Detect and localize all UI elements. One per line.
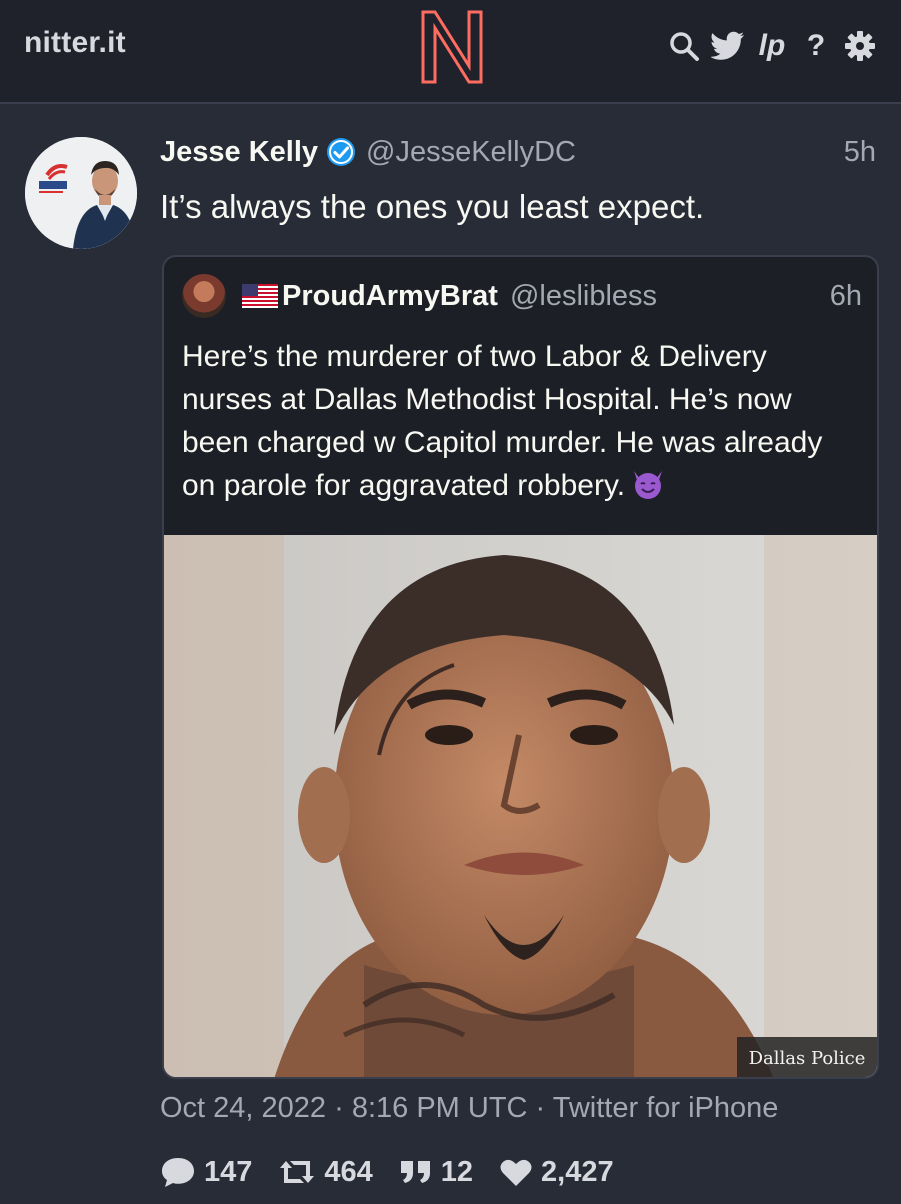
reply-count: 147 bbox=[204, 1155, 253, 1188]
search-icon[interactable] bbox=[667, 29, 701, 63]
quote-header: ProudArmyBrat @leslibless 6h bbox=[182, 271, 862, 321]
retweet-count: 464 bbox=[324, 1155, 373, 1188]
like-count: 2,427 bbox=[541, 1155, 614, 1188]
tweet-content: It’s always the ones you least expect. bbox=[160, 188, 705, 225]
quote-text: Here’s the murderer of two Labor & Deliv… bbox=[182, 340, 823, 502]
nav-icons: lp ? bbox=[667, 26, 877, 66]
tweet-date-link[interactable]: 5h bbox=[844, 136, 876, 169]
quote-media-photo[interactable]: Dallas Police bbox=[164, 535, 877, 1077]
comment-icon bbox=[162, 1158, 194, 1187]
smiling-devil-emoji-icon bbox=[634, 471, 663, 499]
like-stat[interactable]: 2,427 bbox=[499, 1156, 614, 1189]
quote-author-fullname[interactable]: ProudArmyBrat bbox=[282, 280, 498, 313]
quote-count: 12 bbox=[440, 1155, 474, 1188]
quote-content: Here’s the murderer of two Labor & Deliv… bbox=[182, 335, 862, 507]
lp-icon[interactable]: lp bbox=[755, 29, 789, 63]
quote-author-username[interactable]: @leslibless bbox=[510, 280, 657, 313]
site-name-link[interactable]: nitter.it bbox=[24, 26, 126, 60]
quote-date-link[interactable]: 6h bbox=[830, 280, 862, 313]
media-caption: Dallas Police bbox=[737, 1037, 877, 1077]
us-flag-icon bbox=[242, 284, 278, 308]
reply-stat[interactable]: 147 bbox=[160, 1156, 252, 1189]
navbar: nitter.it lp ? bbox=[0, 0, 901, 104]
tweet-published-date[interactable]: Oct 24, 2022 · 8:16 PM UTC · Twitter for… bbox=[160, 1092, 876, 1125]
nitter-logo-icon[interactable] bbox=[417, 6, 487, 86]
twitter-bird-icon[interactable] bbox=[711, 29, 745, 63]
settings-icon[interactable] bbox=[843, 29, 877, 63]
verified-icon bbox=[327, 138, 356, 166]
author-fullname[interactable]: Jesse Kelly bbox=[160, 136, 318, 169]
tweet-stats: 147 464 12 2,427 bbox=[160, 1150, 614, 1194]
quoted-tweet[interactable]: ProudArmyBrat @leslibless 6h Here’s the … bbox=[162, 255, 879, 1079]
quote-stat[interactable]: 12 bbox=[399, 1156, 473, 1189]
retweet-icon bbox=[280, 1161, 315, 1183]
retweet-stat[interactable]: 464 bbox=[278, 1155, 373, 1189]
quote-icon bbox=[400, 1161, 430, 1183]
heart-icon bbox=[500, 1159, 532, 1186]
quote-author-avatar[interactable] bbox=[182, 274, 226, 318]
tweet-header: Jesse Kelly @JesseKellyDC 5h bbox=[160, 130, 876, 174]
help-icon[interactable]: ? bbox=[799, 29, 833, 63]
author-avatar[interactable] bbox=[25, 137, 137, 249]
author-username[interactable]: @JesseKellyDC bbox=[366, 136, 576, 169]
